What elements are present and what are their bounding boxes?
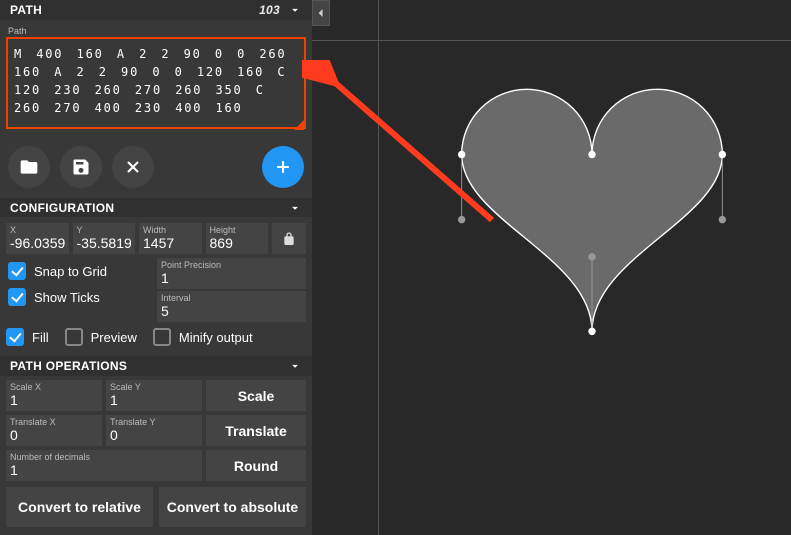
grid-line-vertical (378, 0, 379, 535)
chevron-down-icon (288, 3, 302, 17)
control-point[interactable] (588, 253, 595, 260)
path-preview[interactable] (442, 80, 742, 350)
anchor-point[interactable] (588, 328, 595, 335)
path-editor-section: Path (0, 20, 312, 136)
grid-line-horizontal (312, 40, 791, 41)
precision-field[interactable]: Point Precision (157, 258, 306, 289)
translate-x-input[interactable] (10, 427, 98, 443)
sidebar-collapse-button[interactable] (312, 0, 330, 26)
scale-x-field[interactable]: Scale X (6, 380, 102, 411)
ops-body: Scale X Scale Y Scale Translate X Transl… (0, 376, 312, 535)
path-data-input[interactable] (6, 37, 306, 129)
anchor-point[interactable] (588, 151, 595, 158)
round-button[interactable]: Round (206, 450, 306, 481)
width-field[interactable]: Width (139, 223, 202, 254)
ops-panel-header[interactable]: PATH OPERATIONS (0, 356, 312, 376)
control-point[interactable] (458, 216, 465, 223)
close-icon (123, 157, 143, 177)
minify-label: Minify output (179, 330, 253, 345)
y-field[interactable]: Y (73, 223, 136, 254)
open-button[interactable] (8, 146, 50, 188)
scale-x-input[interactable] (10, 392, 98, 408)
add-button[interactable] (262, 146, 304, 188)
fill-checkbox[interactable] (6, 328, 24, 346)
convert-absolute-button[interactable]: Convert to absolute (159, 487, 306, 527)
height-input[interactable] (210, 235, 265, 251)
anchor-point[interactable] (458, 151, 465, 158)
config-options-row: Fill Preview Minify output (0, 322, 312, 356)
scale-y-input[interactable] (110, 392, 198, 408)
lock-icon (281, 231, 297, 247)
anchor-point[interactable] (719, 151, 726, 158)
chevron-down-icon (288, 201, 302, 215)
toolbar (0, 136, 312, 198)
sidebar: PATH 103 Path CONFIGURATION X Y Width He… (0, 0, 312, 535)
minify-checkbox[interactable] (153, 328, 171, 346)
path-panel-title: PATH (10, 3, 42, 17)
scale-y-field[interactable]: Scale Y (106, 380, 202, 411)
x-field[interactable]: X (6, 223, 69, 254)
fill-label: Fill (32, 330, 49, 345)
aspect-lock-button[interactable] (272, 223, 306, 254)
config-body: X Y Width Height Snap to Grid Show Ticks… (0, 217, 312, 322)
folder-icon (19, 157, 39, 177)
resize-handle-icon[interactable] (294, 120, 304, 130)
snap-label: Snap to Grid (34, 264, 107, 279)
ops-title: PATH OPERATIONS (10, 359, 127, 373)
precision-input[interactable] (161, 270, 302, 286)
scale-button[interactable]: Scale (206, 380, 306, 411)
convert-relative-button[interactable]: Convert to relative (6, 487, 153, 527)
decimals-field[interactable]: Number of decimals (6, 450, 202, 481)
translate-button[interactable]: Translate (206, 415, 306, 446)
clear-button[interactable] (112, 146, 154, 188)
canvas[interactable] (312, 0, 791, 535)
path-count: 103 (259, 3, 280, 17)
chevron-down-icon (288, 359, 302, 373)
chevron-left-icon (317, 8, 325, 18)
width-input[interactable] (143, 235, 198, 251)
snap-to-grid-checkbox[interactable] (8, 262, 26, 280)
path-field-label: Path (8, 26, 306, 36)
path-panel-header[interactable]: PATH 103 (0, 0, 312, 20)
y-input[interactable] (77, 235, 132, 251)
preview-label: Preview (91, 330, 137, 345)
translate-x-field[interactable]: Translate X (6, 415, 102, 446)
translate-y-field[interactable]: Translate Y (106, 415, 202, 446)
height-field[interactable]: Height (206, 223, 269, 254)
control-point[interactable] (719, 216, 726, 223)
x-input[interactable] (10, 235, 65, 251)
plus-icon (273, 157, 293, 177)
interval-field[interactable]: Interval (157, 291, 306, 322)
save-button[interactable] (60, 146, 102, 188)
save-icon (71, 157, 91, 177)
decimals-input[interactable] (10, 462, 198, 478)
config-title: CONFIGURATION (10, 201, 114, 215)
show-ticks-checkbox[interactable] (8, 288, 26, 306)
translate-y-input[interactable] (110, 427, 198, 443)
interval-input[interactable] (161, 303, 302, 319)
config-panel-header[interactable]: CONFIGURATION (0, 198, 312, 218)
ticks-label: Show Ticks (34, 290, 100, 305)
preview-checkbox[interactable] (65, 328, 83, 346)
